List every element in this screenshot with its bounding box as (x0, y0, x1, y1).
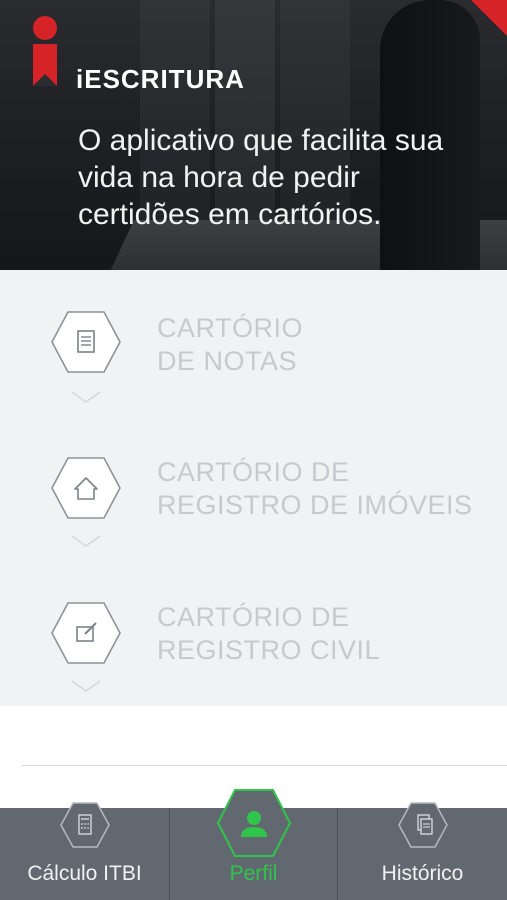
house-icon (50, 456, 122, 520)
brand-name: iESCRITURA (76, 64, 245, 94)
tab-label: Histórico (381, 862, 464, 885)
app-logo (30, 16, 60, 92)
edit-icon (50, 601, 122, 665)
service-label: CARTÓRIO DE REGISTRO CIVIL (157, 602, 381, 665)
chevron-down-icon (71, 679, 101, 692)
service-item-notas[interactable]: CARTÓRIO DE NOTAS (0, 310, 507, 440)
chevron-down-icon (71, 534, 101, 547)
tab-perfil[interactable]: Perfil (169, 789, 338, 900)
tab-historico[interactable]: Histórico (338, 802, 507, 900)
user-icon (216, 788, 292, 858)
tab-label: Perfil (229, 862, 278, 885)
corner-ribbon (471, 0, 507, 36)
bottom-tab-bar: Cálculo ITBI Perfil Histórico (0, 789, 507, 900)
chevron-down-icon (71, 390, 101, 403)
calculator-icon (59, 802, 110, 848)
documents-icon (397, 802, 448, 848)
service-item-registro-civil[interactable]: CARTÓRIO DE REGISTRO CIVIL (0, 601, 507, 731)
service-label: CARTÓRIO DE REGISTRO DE IMÓVEIS (157, 457, 473, 520)
service-item-registro-imoveis[interactable]: CARTÓRIO DE REGISTRO DE IMÓVEIS (0, 456, 507, 586)
hero-banner: iESCRITURA O aplicativo que facilita sua… (0, 0, 507, 270)
service-label: CARTÓRIO DE NOTAS (157, 313, 304, 376)
tab-calculo-itbi[interactable]: Cálculo ITBI (0, 802, 169, 900)
divider (22, 765, 507, 766)
document-icon (50, 310, 122, 374)
tagline: O aplicativo que facilita sua vida na ho… (78, 124, 444, 231)
tab-label: Cálculo ITBI (27, 862, 142, 885)
services-list: CARTÓRIO DE NOTAS CARTÓRIO DE REGISTRO D… (0, 270, 507, 706)
